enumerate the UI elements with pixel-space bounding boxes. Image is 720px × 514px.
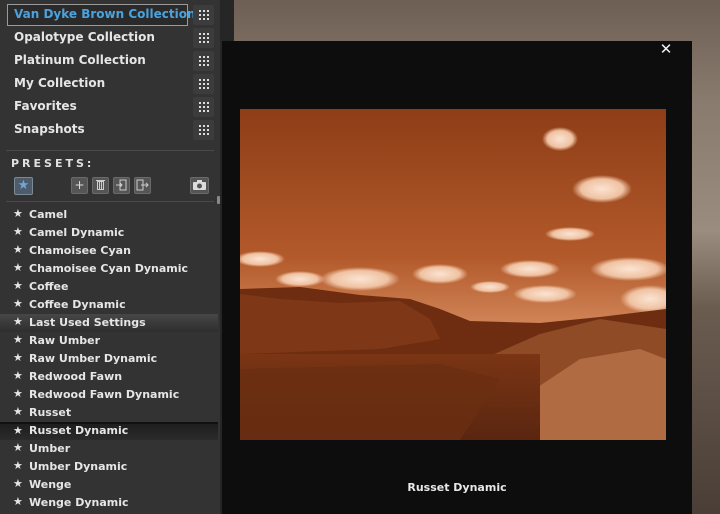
delete-preset-trash-icon[interactable] — [92, 177, 109, 194]
star-icon[interactable]: ★ — [13, 279, 23, 292]
preset-item[interactable]: ★ Russet — [0, 404, 218, 422]
grid-view-button[interactable] — [193, 28, 214, 48]
preset-item[interactable]: ★ Wenge Dynamic — [0, 494, 218, 512]
grid-view-button[interactable] — [193, 97, 214, 117]
left-panel: Van Dyke Brown Collection Opalotype Coll… — [0, 0, 221, 514]
collection-item-favorites[interactable]: Favorites — [0, 96, 218, 119]
preset-item[interactable]: ★ Redwood Fawn — [0, 368, 218, 386]
collection-label: Van Dyke Brown Collection — [14, 7, 196, 21]
export-icon — [136, 179, 149, 191]
preset-label: Wenge — [29, 478, 72, 491]
preset-item[interactable]: ★ Chamoisee Cyan Dynamic — [0, 260, 218, 278]
star-icon[interactable]: ★ — [13, 243, 23, 256]
collection-item-van-dyke-brown[interactable]: Van Dyke Brown Collection — [0, 4, 218, 27]
trash-icon — [96, 180, 105, 190]
preset-item[interactable]: ★ Redwood Fawn Dynamic — [0, 386, 218, 404]
preset-label: Coffee — [29, 280, 69, 293]
preset-item[interactable]: ★ Coffee — [0, 278, 218, 296]
grid-icon — [199, 79, 209, 89]
grid-icon — [199, 102, 209, 112]
preset-label: Coffee Dynamic — [29, 298, 126, 311]
collection-label: Favorites — [14, 99, 77, 113]
preset-label: Russet — [29, 406, 72, 419]
preset-item[interactable]: ★ Camel — [0, 206, 218, 224]
grid-view-button[interactable] — [193, 5, 214, 25]
grid-icon — [199, 125, 209, 135]
landscape-image — [240, 109, 666, 440]
preset-item[interactable]: ★ Umber Dynamic — [0, 458, 218, 476]
preset-label: Redwood Fawn Dynamic — [29, 388, 180, 401]
star-icon[interactable]: ★ — [13, 225, 23, 238]
close-icon[interactable]: ✕ — [658, 41, 674, 57]
grid-icon — [199, 56, 209, 66]
favorite-star-icon[interactable]: ★ — [14, 177, 33, 195]
preset-item[interactable]: ★ Camel Dynamic — [0, 224, 218, 242]
preset-item[interactable]: ★ Umber — [0, 440, 218, 458]
preset-label: Wenge Dynamic — [29, 496, 129, 509]
collection-label: Opalotype Collection — [14, 30, 155, 44]
star-icon[interactable]: ★ — [13, 207, 23, 220]
preset-label: Camel Dynamic — [29, 226, 125, 239]
preset-label: Umber Dynamic — [29, 460, 128, 473]
snapshot-camera-icon[interactable] — [190, 177, 209, 194]
preset-item[interactable]: ★ Wenge — [0, 476, 218, 494]
collection-item-snapshots[interactable]: Snapshots — [0, 119, 218, 142]
grid-icon — [199, 33, 209, 43]
divider — [6, 150, 214, 151]
preset-label: Camel — [29, 208, 68, 221]
grid-view-button[interactable] — [193, 51, 214, 71]
preset-label: Russet Dynamic — [29, 424, 129, 437]
preset-item[interactable]: ★ Raw Umber Dynamic — [0, 350, 218, 368]
preview-photo — [240, 109, 666, 440]
star-icon[interactable]: ★ — [13, 405, 23, 418]
star-icon[interactable]: ★ — [13, 387, 23, 400]
collection-item-opalotype[interactable]: Opalotype Collection — [0, 27, 218, 50]
divider — [6, 201, 214, 202]
preset-label: Raw Umber — [29, 334, 101, 347]
preset-label: Last Used Settings — [29, 316, 146, 329]
preset-item[interactable]: ★ Russet Dynamic — [0, 422, 218, 440]
star-icon[interactable]: ★ — [13, 495, 23, 508]
star-icon[interactable]: ★ — [13, 315, 23, 328]
collection-label: Platinum Collection — [14, 53, 146, 67]
preview-caption: Russet Dynamic — [407, 481, 507, 494]
add-preset-plus-icon[interactable]: + — [71, 177, 88, 194]
star-icon[interactable]: ★ — [13, 369, 23, 382]
preset-label: Chamoisee Cyan — [29, 244, 131, 257]
preset-item[interactable]: ★ Last Used Settings — [0, 314, 218, 332]
collection-item-platinum[interactable]: Platinum Collection — [0, 50, 218, 73]
preset-item[interactable]: ★ Coffee Dynamic — [0, 296, 218, 314]
star-icon[interactable]: ★ — [13, 459, 23, 472]
star-icon[interactable]: ★ — [13, 333, 23, 346]
preview-modal: ✕ Russet Dynamic — [222, 41, 692, 514]
star-icon[interactable]: ★ — [13, 351, 23, 364]
preset-label: Umber — [29, 442, 71, 455]
collection-label: My Collection — [14, 76, 106, 90]
grid-view-button[interactable] — [193, 120, 214, 140]
preset-label: Raw Umber Dynamic — [29, 352, 158, 365]
preset-label: Redwood Fawn — [29, 370, 123, 383]
star-icon[interactable]: ★ — [13, 297, 23, 310]
grid-icon — [199, 10, 209, 20]
camera-icon — [193, 180, 206, 190]
export-preset-icon[interactable] — [134, 177, 151, 194]
preset-item[interactable]: ★ Raw Umber — [0, 332, 218, 350]
presets-heading: PRESETS: — [11, 157, 95, 170]
grid-view-button[interactable] — [193, 74, 214, 94]
preset-item[interactable]: ★ Chamoisee Cyan — [0, 242, 218, 260]
star-icon[interactable]: ★ — [13, 477, 23, 490]
collection-item-my-collection[interactable]: My Collection — [0, 73, 218, 96]
star-icon[interactable]: ★ — [13, 424, 23, 437]
star-icon[interactable]: ★ — [13, 441, 23, 454]
collection-label: Snapshots — [14, 122, 85, 136]
preset-label: Chamoisee Cyan Dynamic — [29, 262, 189, 275]
import-icon — [116, 179, 127, 191]
import-preset-icon[interactable] — [113, 177, 130, 194]
star-icon[interactable]: ★ — [13, 261, 23, 274]
